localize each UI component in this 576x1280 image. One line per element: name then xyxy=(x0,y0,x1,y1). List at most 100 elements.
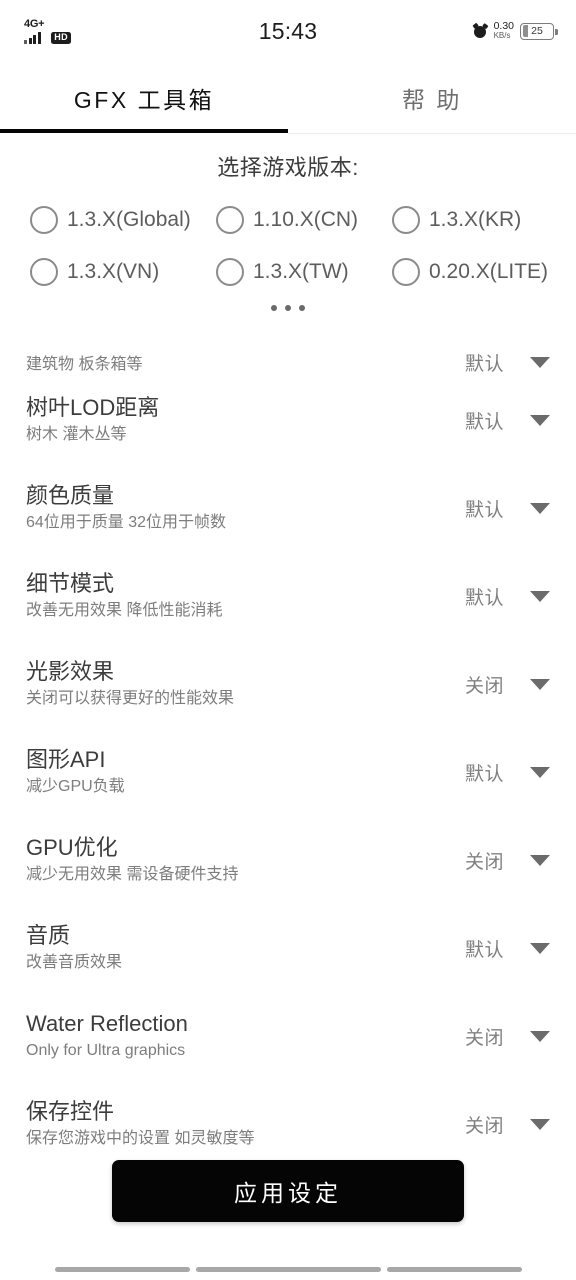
chevron-down-icon[interactable] xyxy=(530,854,550,866)
tab-help[interactable]: 帮 助 xyxy=(288,62,576,134)
version-options-row-2: 1.3.X(VN) 1.3.X(TW) 0.20.X(LITE) xyxy=(0,246,576,298)
setting-value: 默认 xyxy=(464,354,504,375)
tab-bar: GFX 工具箱 帮 助 xyxy=(0,62,576,134)
setting-row-color-quality[interactable]: 颜色质量 64位用于质量 32位用于帧数 默认 xyxy=(0,464,576,552)
setting-row-texts: 保存控件 保存您游戏中的设置 如灵敏度等 xyxy=(26,1099,458,1150)
setting-row-texts: Water Reflection Only for Ultra graphics xyxy=(26,1011,458,1062)
nav-home-indicator[interactable] xyxy=(195,1266,381,1272)
setting-value-control[interactable]: 默认 xyxy=(458,349,556,376)
network-speed-unit: KB/s xyxy=(493,31,511,41)
setting-row-texts: 细节模式 改善无用效果 降低性能消耗 xyxy=(26,571,458,622)
setting-value-control[interactable]: 默认 xyxy=(458,495,556,522)
status-bar: 4G+ HD 15:43 0.30 KB/s 25 xyxy=(0,0,576,62)
setting-subtitle: 保存您游戏中的设置 如灵敏度等 xyxy=(26,1129,255,1147)
setting-value-control[interactable]: 关闭 xyxy=(458,847,556,874)
radio-icon[interactable] xyxy=(392,206,420,234)
version-option-label: 1.3.X(Global) xyxy=(67,208,191,231)
setting-row-shadow-effects[interactable]: 光影效果 关闭可以获得更好的性能效果 关闭 xyxy=(0,640,576,728)
expand-collapse-handle-icon[interactable] xyxy=(0,298,576,316)
setting-row-graphics-api[interactable]: 图形API 减少GPU负载 默认 xyxy=(0,728,576,816)
setting-value: 默认 xyxy=(464,587,504,609)
setting-title: 树叶LOD距离 xyxy=(26,394,160,420)
setting-title: 光影效果 xyxy=(26,658,115,684)
chevron-down-icon[interactable] xyxy=(530,1030,550,1042)
setting-row-save-controls[interactable]: 保存控件 保存您游戏中的设置 如灵敏度等 关闭 xyxy=(0,1080,576,1168)
version-option-label: 0.20.X(LITE) xyxy=(429,260,549,283)
setting-row-detail-mode[interactable]: 细节模式 改善无用效果 降低性能消耗 默认 xyxy=(0,552,576,640)
battery-icon: 25 xyxy=(520,22,558,40)
setting-value-control[interactable]: 关闭 xyxy=(458,1111,556,1138)
setting-title: GPU优化 xyxy=(26,834,118,860)
setting-subtitle: Only for Ultra graphics xyxy=(26,1041,186,1059)
chevron-down-icon[interactable] xyxy=(530,766,550,778)
setting-subtitle: 改善无用效果 降低性能消耗 xyxy=(26,601,223,619)
setting-value-control[interactable]: 默认 xyxy=(458,407,556,434)
battery-level-label: 25 xyxy=(531,25,543,37)
setting-row-water-reflection[interactable]: Water Reflection Only for Ultra graphics… xyxy=(0,992,576,1080)
setting-title: 图形API xyxy=(26,746,106,772)
setting-value: 默认 xyxy=(464,939,504,961)
version-option-vn[interactable]: 1.3.X(VN) xyxy=(30,258,216,286)
setting-subtitle: 改善音质效果 xyxy=(26,953,123,971)
radio-icon[interactable] xyxy=(216,206,244,234)
tab-gfx-toolbox[interactable]: GFX 工具箱 xyxy=(0,62,288,134)
tab-active-indicator xyxy=(0,129,288,133)
chevron-down-icon[interactable] xyxy=(530,678,550,690)
setting-subtitle: 减少无用效果 需设备硬件支持 xyxy=(26,865,239,883)
setting-value-control[interactable]: 关闭 xyxy=(458,671,556,698)
version-selector-panel: 选择游戏版本: 1.3.X(Global) 1.10.X(CN) 1.3.X(K… xyxy=(0,140,576,320)
setting-value-control[interactable]: 默认 xyxy=(458,583,556,610)
chevron-down-icon[interactable] xyxy=(530,942,550,954)
setting-value: 关闭 xyxy=(464,1115,504,1137)
version-option-tw[interactable]: 1.3.X(TW) xyxy=(216,258,392,286)
setting-row-texts: 树叶LOD距离 树木 灌木丛等 xyxy=(26,395,458,446)
setting-subtitle: 减少GPU负载 xyxy=(26,777,125,795)
radio-icon[interactable] xyxy=(30,206,58,234)
radio-icon[interactable] xyxy=(392,258,420,286)
setting-row-texts: 光影效果 关闭可以获得更好的性能效果 xyxy=(26,659,458,710)
version-option-kr[interactable]: 1.3.X(KR) xyxy=(392,206,521,234)
version-option-lite[interactable]: 0.20.X(LITE) xyxy=(392,258,548,286)
setting-row-texts: 图形API 减少GPU负载 xyxy=(26,747,458,798)
setting-title: 保存控件 xyxy=(26,1098,115,1124)
chevron-down-icon[interactable] xyxy=(530,414,550,426)
version-options-grid: 1.3.X(Global) 1.10.X(CN) 1.3.X(KR) 1.3.X… xyxy=(0,194,576,298)
settings-list[interactable]: 建筑物 板条箱等 默认 树叶LOD距离 树木 灌木丛等 默认 颜色质量 64位用… xyxy=(0,320,576,1180)
radio-icon[interactable] xyxy=(30,258,58,286)
setting-title: Water Reflection xyxy=(26,1010,188,1036)
nav-recents-indicator[interactable] xyxy=(386,1266,522,1272)
version-option-cn[interactable]: 1.10.X(CN) xyxy=(216,206,392,234)
setting-value: 关闭 xyxy=(464,675,504,697)
radio-icon[interactable] xyxy=(216,258,244,286)
app-root: 4G+ HD 15:43 0.30 KB/s 25 GFX 工具箱 帮 助 选择… xyxy=(0,0,576,1280)
chevron-down-icon[interactable] xyxy=(530,502,550,514)
setting-value: 默认 xyxy=(464,499,504,521)
setting-subtitle: 64位用于质量 32位用于帧数 xyxy=(26,513,227,531)
version-option-label: 1.3.X(KR) xyxy=(429,208,522,231)
apply-button-container: 应用设定 xyxy=(0,1160,576,1222)
setting-row-object-lod[interactable]: 建筑物 板条箱等 默认 xyxy=(0,320,576,376)
system-navigation-bar xyxy=(0,1258,576,1280)
setting-value-control[interactable]: 默认 xyxy=(458,935,556,962)
setting-value: 关闭 xyxy=(464,1027,504,1049)
version-option-label: 1.10.X(CN) xyxy=(253,208,359,231)
setting-row-foliage-lod-distance[interactable]: 树叶LOD距离 树木 灌木丛等 默认 xyxy=(0,376,576,464)
setting-title: 颜色质量 xyxy=(26,482,115,508)
setting-row-gpu-optimization[interactable]: GPU优化 减少无用效果 需设备硬件支持 关闭 xyxy=(0,816,576,904)
setting-value-control[interactable]: 默认 xyxy=(458,759,556,786)
chevron-down-icon[interactable] xyxy=(530,590,550,602)
version-option-label: 1.3.X(VN) xyxy=(67,260,160,283)
setting-row-audio-quality[interactable]: 音质 改善音质效果 默认 xyxy=(0,904,576,992)
setting-row-texts: GPU优化 减少无用效果 需设备硬件支持 xyxy=(26,835,458,886)
setting-value: 关闭 xyxy=(464,851,504,873)
version-option-global[interactable]: 1.3.X(Global) xyxy=(30,206,216,234)
chevron-down-icon[interactable] xyxy=(530,1118,550,1130)
tab-bar-divider xyxy=(288,133,576,134)
nav-back-indicator[interactable] xyxy=(54,1266,190,1272)
version-options-row-1: 1.3.X(Global) 1.10.X(CN) 1.3.X(KR) xyxy=(0,194,576,246)
setting-row-texts: 音质 改善音质效果 xyxy=(26,923,458,974)
status-bar-right: 0.30 KB/s 25 xyxy=(472,21,558,41)
apply-settings-button[interactable]: 应用设定 xyxy=(112,1160,464,1222)
setting-value-control[interactable]: 关闭 xyxy=(458,1023,556,1050)
chevron-down-icon[interactable] xyxy=(530,357,550,368)
